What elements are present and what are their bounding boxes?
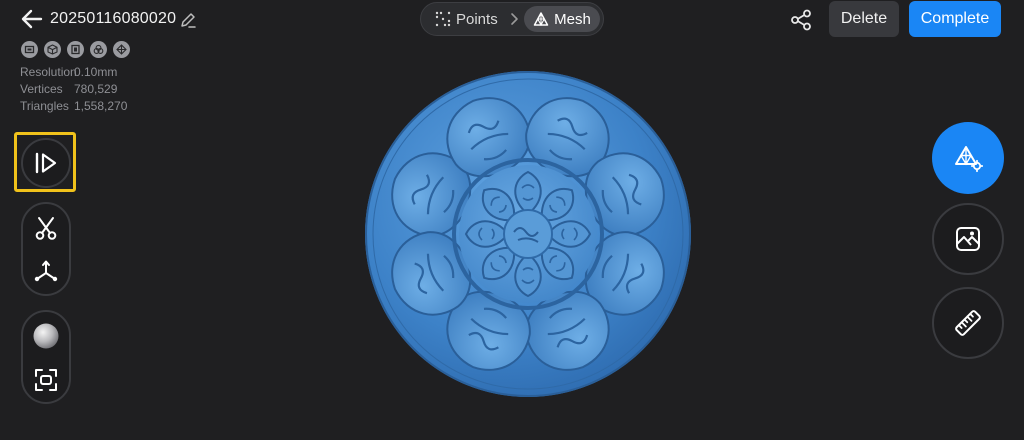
play-button[interactable] xyxy=(23,141,69,185)
axes-view-icon[interactable] xyxy=(113,41,130,58)
texture-image-icon xyxy=(956,227,980,251)
complete-button[interactable]: Complete xyxy=(909,1,1001,37)
shading-button[interactable] xyxy=(23,314,69,358)
tab-points[interactable]: Points xyxy=(431,6,502,32)
mesh-model xyxy=(365,71,691,397)
scissors-icon xyxy=(35,217,57,240)
arrow-left-icon xyxy=(21,9,43,29)
fit-view-icon xyxy=(35,369,57,391)
share-icon xyxy=(791,9,811,31)
layers-view-icon[interactable] xyxy=(90,41,107,58)
playback-group xyxy=(21,138,71,188)
measure-button[interactable] xyxy=(932,287,1004,359)
texture-button[interactable] xyxy=(932,203,1004,275)
view-tools-group xyxy=(21,310,71,404)
mesh-settings-button[interactable] xyxy=(932,122,1004,194)
share-button[interactable] xyxy=(789,8,813,32)
ruler-icon xyxy=(955,310,981,336)
axes-button[interactable] xyxy=(23,250,69,294)
info-row-triangles: Triangles 1,558,270 xyxy=(20,98,127,115)
mesh-triangle-icon xyxy=(533,12,549,27)
info-value: 780,529 xyxy=(74,82,118,96)
chevron-right-icon xyxy=(511,13,518,25)
point-cloud-icon xyxy=(435,11,451,27)
info-value: 0.10mm xyxy=(74,65,118,79)
trim-button[interactable] xyxy=(23,206,69,250)
cube-view-icon[interactable] xyxy=(44,41,61,58)
play-icon xyxy=(35,152,57,174)
tab-points-label: Points xyxy=(456,10,498,28)
tab-mesh[interactable]: Mesh xyxy=(524,6,600,32)
info-label: Vertices xyxy=(20,82,63,96)
mesh-info-panel: Resolution 0.10mm Vertices 780,529 Trian… xyxy=(20,64,127,115)
view-icon-row xyxy=(21,41,130,58)
front-view-icon[interactable] xyxy=(21,41,38,58)
mode-switch: Points Mesh xyxy=(420,2,604,36)
tab-mesh-label: Mesh xyxy=(554,10,591,28)
back-button[interactable] xyxy=(20,8,44,30)
info-row-resolution: Resolution 0.10mm xyxy=(20,64,127,81)
mesh-viewport[interactable] xyxy=(362,68,694,400)
pencil-icon xyxy=(181,13,196,28)
info-value: 1,558,270 xyxy=(74,99,128,113)
info-label: Triangles xyxy=(20,99,69,113)
axes-icon xyxy=(34,260,58,282)
info-row-vertices: Vertices 780,529 xyxy=(20,81,127,98)
rename-button[interactable] xyxy=(178,10,198,30)
sphere-shading-icon xyxy=(33,323,59,349)
delete-button[interactable]: Delete xyxy=(829,1,899,37)
info-label: Resolution xyxy=(20,65,77,79)
mesh-settings-icon xyxy=(955,146,983,173)
edit-tools-group xyxy=(21,202,71,296)
fit-view-button[interactable] xyxy=(23,358,69,402)
side-view-icon[interactable] xyxy=(67,41,84,58)
scan-title: 20250116080020 xyxy=(50,10,177,27)
